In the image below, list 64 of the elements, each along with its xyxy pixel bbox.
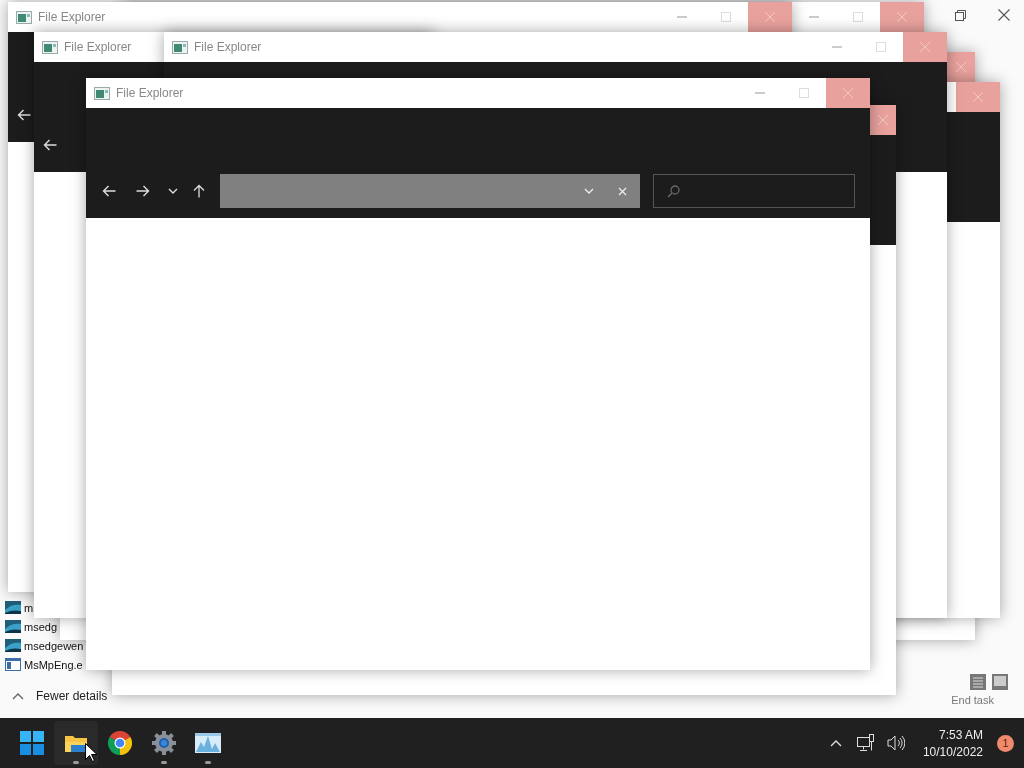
window-title: File Explorer [116,86,184,100]
restore-button[interactable] [955,9,966,21]
close-icon [897,12,907,22]
close-icon [956,62,966,72]
folder-button[interactable] [54,721,98,765]
window-title: File Explorer [64,40,132,54]
close-icon [765,12,775,22]
list-view-icon [970,674,986,690]
tile-view-icon [992,674,1008,690]
back-arrow-icon [17,109,31,121]
browser-icon [108,731,132,755]
window-title: File Explorer [194,40,262,54]
address-field[interactable] [220,174,640,208]
minimize-icon [832,46,842,48]
process-name[interactable]: msedg [24,620,58,633]
maximize-icon [853,12,863,22]
chevron-down-icon [584,188,594,194]
process-name[interactable]: MsMpEng.e [24,658,83,671]
chevron-down-icon [168,188,178,194]
maximize-icon [876,42,886,52]
back-arrow-icon [102,185,116,197]
app-window-icon [172,40,188,54]
maximize-icon [721,12,731,22]
image-icon [5,601,21,614]
mouse-pointer-icon [85,743,97,762]
details-toggle[interactable]: Fewer details [36,689,108,703]
maximize-icon [799,88,809,98]
minimize-icon [677,16,687,18]
process-name[interactable]: m [24,601,34,614]
start-icon [20,731,44,755]
chart-icon [195,733,221,753]
chevron-up-icon [829,739,842,747]
folder-icon [65,734,87,752]
close-icon [998,9,1010,21]
process-name[interactable]: msedgewen [24,639,84,652]
forward-arrow-icon [136,185,150,197]
gear-icon [152,731,176,755]
image-icon [5,639,21,652]
app-window-icon [94,86,110,100]
up-arrow-icon [193,184,205,198]
speaker-icon [886,735,905,751]
image-icon [5,620,21,633]
app-window-icon [42,40,58,54]
notification-badge[interactable]: 1 [997,734,1014,752]
minimize-icon [809,16,819,18]
close-icon [920,42,930,52]
close-button[interactable] [998,9,1010,21]
minimize-icon [755,92,765,94]
close-icon [843,88,853,98]
window-title: File Explorer [38,10,106,24]
chevron-up-icon [12,692,24,700]
app-window-icon [5,658,21,671]
search-icon [667,184,680,198]
clock-time[interactable]: 7:53 AM [938,727,983,742]
clear-icon [618,186,627,196]
restore-icon [955,9,966,21]
end-task-button[interactable]: End task [951,694,994,706]
search-field[interactable] [653,174,855,208]
app-window-icon [16,10,32,24]
close-icon [973,92,983,102]
back-arrow-icon [43,139,57,151]
network-icon [856,734,875,752]
clock-date[interactable]: 10/10/2022 [922,744,983,759]
close-icon [878,115,888,125]
